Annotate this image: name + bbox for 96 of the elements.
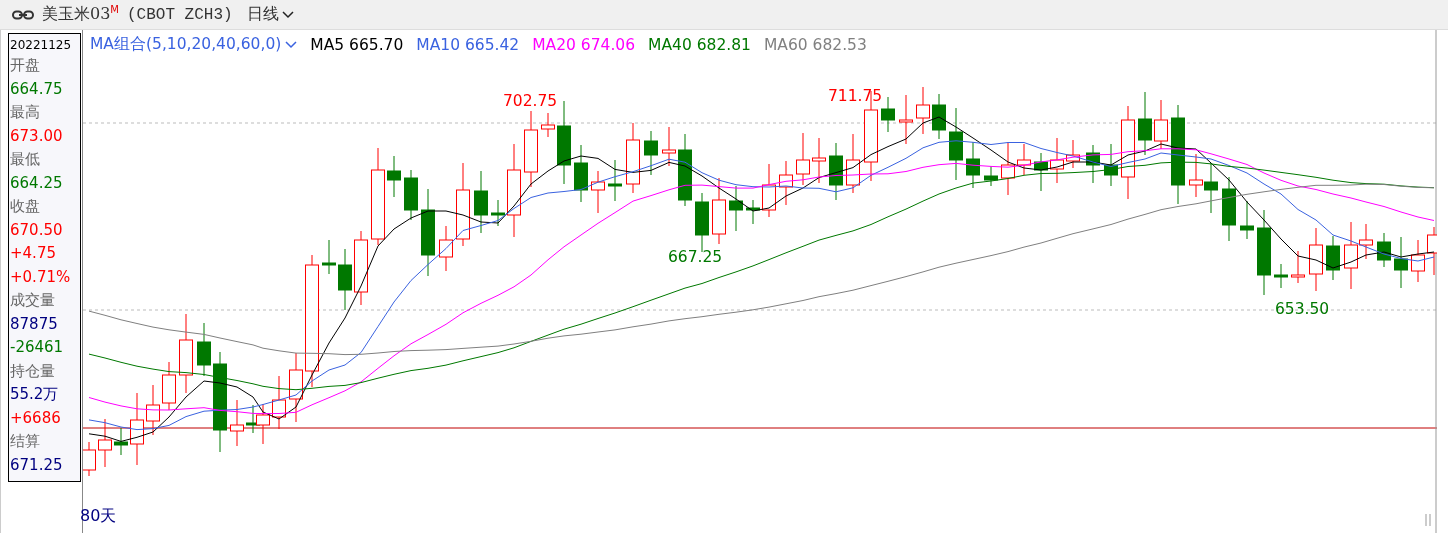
ma-legend-item: MA5 665.70 bbox=[310, 35, 404, 54]
candlestick bbox=[439, 225, 453, 272]
candlestick bbox=[712, 177, 726, 245]
candlestick bbox=[916, 86, 930, 135]
quote-text: 671.25 bbox=[10, 454, 64, 476]
candlestick bbox=[846, 133, 860, 194]
candlestick bbox=[1154, 99, 1168, 150]
ma-legend-item: MA10 665.42 bbox=[416, 35, 520, 54]
candlestick bbox=[338, 248, 352, 311]
quote-text: +6686 bbox=[10, 407, 62, 429]
ma-legend-item: MA60 682.53 bbox=[763, 35, 867, 54]
candlestick bbox=[1001, 141, 1015, 196]
quote-text: 55.2万 bbox=[10, 384, 60, 405]
candlestick bbox=[197, 322, 211, 377]
candlestick bbox=[83, 441, 96, 477]
candlestick bbox=[746, 199, 760, 225]
candlestick bbox=[779, 160, 793, 206]
symbol-code: (CBOT ZCH3) bbox=[127, 5, 233, 24]
candlestick bbox=[114, 427, 128, 456]
candlestick bbox=[662, 126, 676, 167]
quote-text: 673.00 bbox=[10, 125, 64, 147]
price-label: 667.25 bbox=[668, 248, 723, 266]
candlestick bbox=[1377, 232, 1391, 268]
quote-text: 664.25 bbox=[10, 172, 64, 194]
candlestick bbox=[491, 199, 505, 227]
candlestick bbox=[272, 375, 286, 430]
quote-text: +0.71% bbox=[10, 266, 72, 288]
quote-text: 开盘 bbox=[10, 55, 41, 76]
candlestick bbox=[829, 142, 843, 201]
candlestick bbox=[98, 418, 112, 468]
candlestick bbox=[1394, 236, 1408, 289]
candlestick bbox=[1309, 227, 1323, 292]
quote-text: 收盘 bbox=[10, 196, 41, 217]
candlestick bbox=[1204, 162, 1218, 214]
price-label: 702.75 bbox=[503, 92, 558, 110]
candlestick bbox=[474, 170, 488, 234]
candlestick bbox=[387, 155, 401, 198]
candlestick bbox=[591, 170, 605, 214]
quote-text: 结算 bbox=[10, 431, 41, 452]
link-icon[interactable] bbox=[12, 9, 34, 20]
quote-date: 20221125 bbox=[10, 37, 73, 54]
quote-text: 持仓量 bbox=[10, 360, 56, 382]
candlestick bbox=[322, 239, 336, 275]
candlestick bbox=[966, 141, 980, 189]
quote-text: 最低 bbox=[10, 149, 41, 170]
quote-text: 670.50 bbox=[10, 219, 64, 241]
candlestick bbox=[1291, 250, 1305, 284]
range-label: 80天 bbox=[80, 506, 117, 527]
quote-text: 664.75 bbox=[10, 78, 64, 100]
candlestick bbox=[1326, 235, 1340, 281]
ma-legend-item: MA40 682.81 bbox=[648, 35, 751, 54]
candlestick bbox=[162, 361, 176, 411]
candlestick bbox=[1274, 263, 1288, 289]
quote-text: 87875 bbox=[10, 313, 59, 335]
candlestick bbox=[796, 132, 810, 186]
candlestick bbox=[1189, 153, 1203, 198]
candlestick bbox=[1104, 143, 1118, 187]
candlestick bbox=[899, 94, 913, 145]
candlestick bbox=[404, 169, 418, 221]
ma-legend-item: MA20 674.06 bbox=[532, 35, 636, 54]
candlestick bbox=[1086, 144, 1100, 184]
candlestick bbox=[1034, 152, 1048, 192]
candlestick bbox=[1017, 143, 1031, 176]
candlestick bbox=[984, 165, 998, 187]
candlestick bbox=[574, 144, 588, 203]
candlestick bbox=[289, 352, 303, 423]
candlestick bbox=[626, 122, 640, 194]
price-label: 711.75 bbox=[828, 87, 883, 105]
candlestick bbox=[608, 159, 622, 202]
candlestick bbox=[812, 137, 826, 184]
period-dropdown[interactable]: 日线 bbox=[240, 4, 294, 25]
candlestick bbox=[541, 112, 555, 138]
price-label: 653.50 bbox=[1275, 300, 1330, 318]
candlestick bbox=[1240, 200, 1254, 240]
tick-marks bbox=[1425, 513, 1431, 527]
candlestick bbox=[1050, 137, 1064, 184]
indicator-selector[interactable]: MA组合(5,10,20,40,60,0) bbox=[90, 34, 298, 55]
candlestick bbox=[1222, 176, 1236, 242]
quote-text: 成交量 bbox=[10, 290, 56, 311]
candlestick bbox=[256, 403, 270, 445]
quote-text: -26461 bbox=[10, 337, 65, 358]
candlestick bbox=[230, 399, 244, 447]
candlestick bbox=[881, 96, 895, 133]
candlestick bbox=[146, 384, 160, 436]
candlestick bbox=[644, 130, 658, 176]
candlestick bbox=[932, 93, 946, 140]
candlestick bbox=[729, 185, 743, 232]
candlestick bbox=[1411, 239, 1425, 283]
caret-icon[interactable] bbox=[281, 10, 294, 19]
candlestick bbox=[1138, 91, 1152, 156]
quote-text: +4.75 bbox=[10, 243, 57, 264]
symbol-title: 美玉米03$^{M}$ bbox=[42, 3, 119, 26]
quote-text: 最高 bbox=[10, 102, 41, 123]
candlestick bbox=[1066, 139, 1080, 169]
candlestick bbox=[762, 163, 776, 218]
candlestick bbox=[1427, 226, 1437, 276]
